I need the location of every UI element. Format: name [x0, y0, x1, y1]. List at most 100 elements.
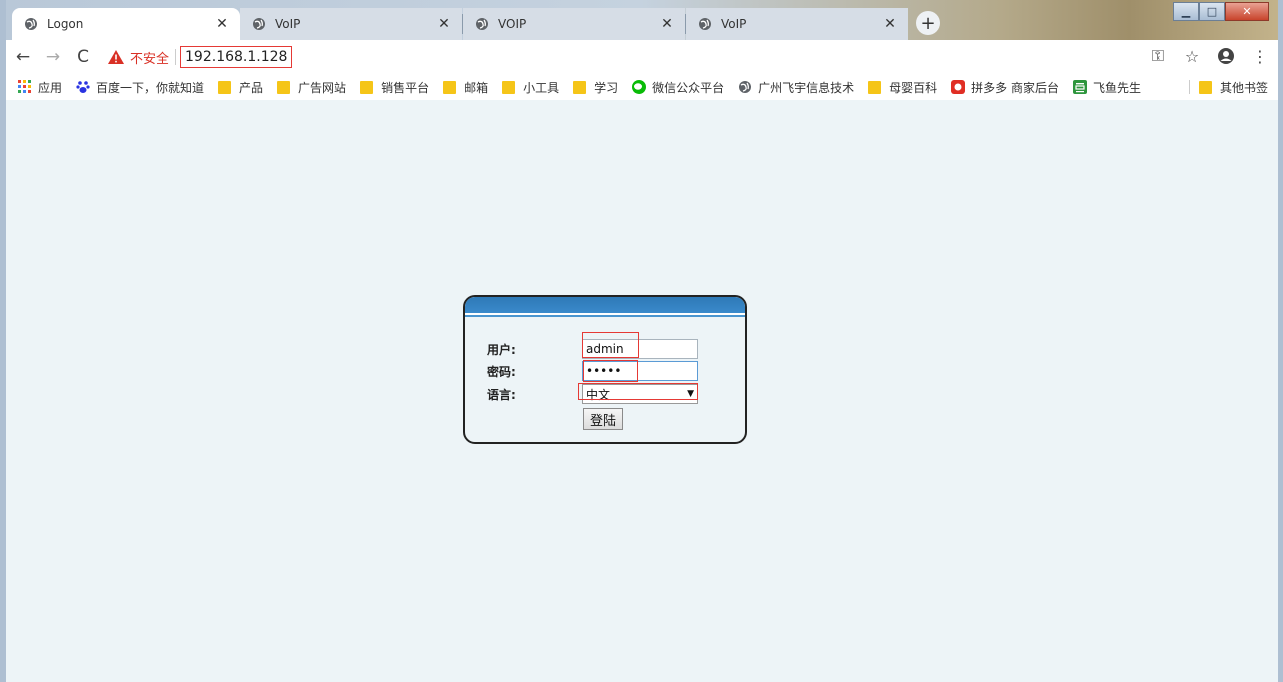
bookmark-pinduoduo[interactable]: 拼多多 商家后台: [951, 79, 1059, 96]
close-icon[interactable]: ✕: [436, 16, 452, 32]
bookmark-apps[interactable]: 应用: [18, 79, 62, 96]
plus-icon: +: [920, 12, 936, 34]
language-label: 语言:: [487, 387, 516, 402]
toolbar-actions: ⚿ ☆ ⋮: [1146, 44, 1272, 68]
bookmark-baidu[interactable]: 百度一下，你就知道: [76, 79, 204, 96]
douban-icon: [1073, 80, 1087, 94]
bookmark-feiyu-xiansheng[interactable]: 飞鱼先生: [1073, 79, 1141, 96]
language-row: 语言: 中文 ▼: [487, 384, 698, 404]
globe-icon: [475, 17, 489, 31]
bookmark-folder[interactable]: 广告网站: [277, 79, 346, 96]
bookmark-label: 其他书签: [1219, 80, 1268, 95]
language-select[interactable]: 中文 ▼: [582, 384, 698, 404]
user-label: 用户:: [487, 342, 516, 357]
bookmark-label: 小工具: [523, 80, 560, 95]
close-icon[interactable]: ✕: [659, 16, 675, 32]
password-input[interactable]: •••••: [582, 361, 698, 381]
password-row: 密码: •••••: [487, 361, 698, 381]
folder-icon: [218, 80, 232, 94]
warning-icon: [108, 50, 124, 64]
username-input[interactable]: admin: [582, 339, 698, 359]
dropdown-arrow-icon: ▼: [687, 389, 694, 399]
bookmark-label: 微信公众平台: [652, 80, 725, 95]
baidu-paw-icon: [76, 80, 90, 94]
tab-voip-1[interactable]: VoIP ✕: [240, 8, 462, 40]
folder-icon: [573, 80, 587, 94]
bookmarks-bar: 应用 百度一下，你就知道 产品 广告网站 销售平台 邮箱 小工具 学习 微信公众…: [6, 74, 1278, 100]
back-icon: ←: [15, 47, 31, 67]
close-icon[interactable]: ✕: [882, 16, 898, 32]
bookmark-folder[interactable]: 学习: [573, 79, 618, 96]
wechat-icon: [632, 80, 647, 94]
bookmark-label: 广州飞宇信息技术: [758, 80, 855, 95]
insecure-label[interactable]: 不安全: [130, 48, 169, 67]
folder-icon: [443, 80, 457, 94]
globe-icon: [738, 80, 752, 94]
account-icon[interactable]: [1214, 44, 1238, 68]
folder-icon: [502, 80, 516, 94]
bookmark-label: 母婴百科: [889, 80, 938, 95]
language-value: 中文: [586, 387, 611, 402]
tab-voip-3[interactable]: VoIP ✕: [686, 8, 908, 40]
minimize-button[interactable]: ▁: [1173, 2, 1199, 21]
tab-voip-2[interactable]: VOIP ✕: [463, 8, 685, 40]
back-button[interactable]: ←: [10, 44, 36, 70]
window-controls: ▁ □ ✕: [1173, 2, 1269, 22]
pinduoduo-icon: [951, 80, 966, 94]
browser-toolbar: ← → C 不安全 192.168.1.128 ⚿ ☆ ⋮: [6, 40, 1278, 74]
globe-icon: [698, 17, 712, 31]
bookmark-label: 邮箱: [464, 80, 489, 95]
tab-title: VoIP: [275, 17, 301, 31]
bookmark-other[interactable]: 其他书签: [1198, 74, 1268, 100]
address-separator: [175, 49, 177, 65]
login-panel-header: [465, 297, 745, 317]
bookmark-feiyu[interactable]: 广州飞宇信息技术: [738, 79, 854, 96]
bookmark-wechat[interactable]: 微信公众平台: [632, 79, 724, 96]
folder-icon: [868, 80, 882, 94]
close-icon[interactable]: ✕: [214, 16, 230, 32]
bookmark-label: 学习: [594, 80, 619, 95]
window-frame-right: [1278, 0, 1283, 682]
bookmark-label: 百度一下，你就知道: [96, 80, 205, 95]
bookmark-folder[interactable]: 母婴百科: [868, 79, 937, 96]
folder-icon: [277, 80, 291, 94]
bookmark-folder[interactable]: 邮箱: [443, 79, 488, 96]
bookmarks-separator: [1189, 80, 1190, 94]
tab-logon[interactable]: Logon ✕: [12, 8, 240, 40]
bookmark-label: 飞鱼先生: [1093, 80, 1142, 95]
url-text[interactable]: 192.168.1.128: [180, 46, 293, 68]
new-tab-button[interactable]: +: [916, 11, 940, 35]
reload-icon: C: [77, 47, 89, 67]
bookmark-label: 产品: [239, 80, 264, 95]
globe-icon: [24, 17, 38, 31]
login-panel: 用户: admin 密码: ••••• 语言: 中文 ▼ 登陆: [463, 295, 747, 444]
password-label: 密码:: [487, 364, 516, 379]
folder-icon: [360, 80, 374, 94]
tab-title: VoIP: [721, 17, 747, 31]
bookmark-label: 应用: [38, 80, 63, 95]
bookmark-label: 销售平台: [381, 80, 430, 95]
tab-title: Logon: [47, 17, 84, 31]
bookmark-folder[interactable]: 销售平台: [360, 79, 429, 96]
forward-button[interactable]: →: [40, 44, 66, 70]
tab-title: VOIP: [498, 17, 527, 31]
folder-icon: [1198, 80, 1212, 94]
maximize-button[interactable]: □: [1199, 2, 1225, 21]
star-icon[interactable]: ☆: [1180, 44, 1204, 68]
bookmark-label: 拼多多 商家后台: [971, 80, 1059, 95]
bookmark-folder[interactable]: 小工具: [502, 79, 559, 96]
globe-icon: [252, 17, 266, 31]
key-icon[interactable]: ⚿: [1146, 44, 1170, 68]
bookmark-folder[interactable]: 产品: [218, 79, 263, 96]
window-close-button[interactable]: ✕: [1225, 2, 1269, 21]
bookmark-label: 广告网站: [298, 80, 347, 95]
user-row: 用户: admin: [487, 339, 698, 359]
reload-button[interactable]: C: [70, 44, 96, 70]
login-button[interactable]: 登陆: [583, 408, 623, 430]
menu-icon[interactable]: ⋮: [1248, 44, 1272, 68]
apps-grid-icon: [18, 80, 32, 94]
forward-icon: →: [45, 47, 61, 67]
title-bar: Logon ✕ VoIP ✕ VOIP ✕ VoIP ✕ + ▁ □ ✕: [0, 0, 1283, 682]
address-bar[interactable]: 不安全 192.168.1.128: [108, 44, 1148, 70]
page-content: 用户: admin 密码: ••••• 语言: 中文 ▼ 登陆: [6, 100, 1278, 682]
